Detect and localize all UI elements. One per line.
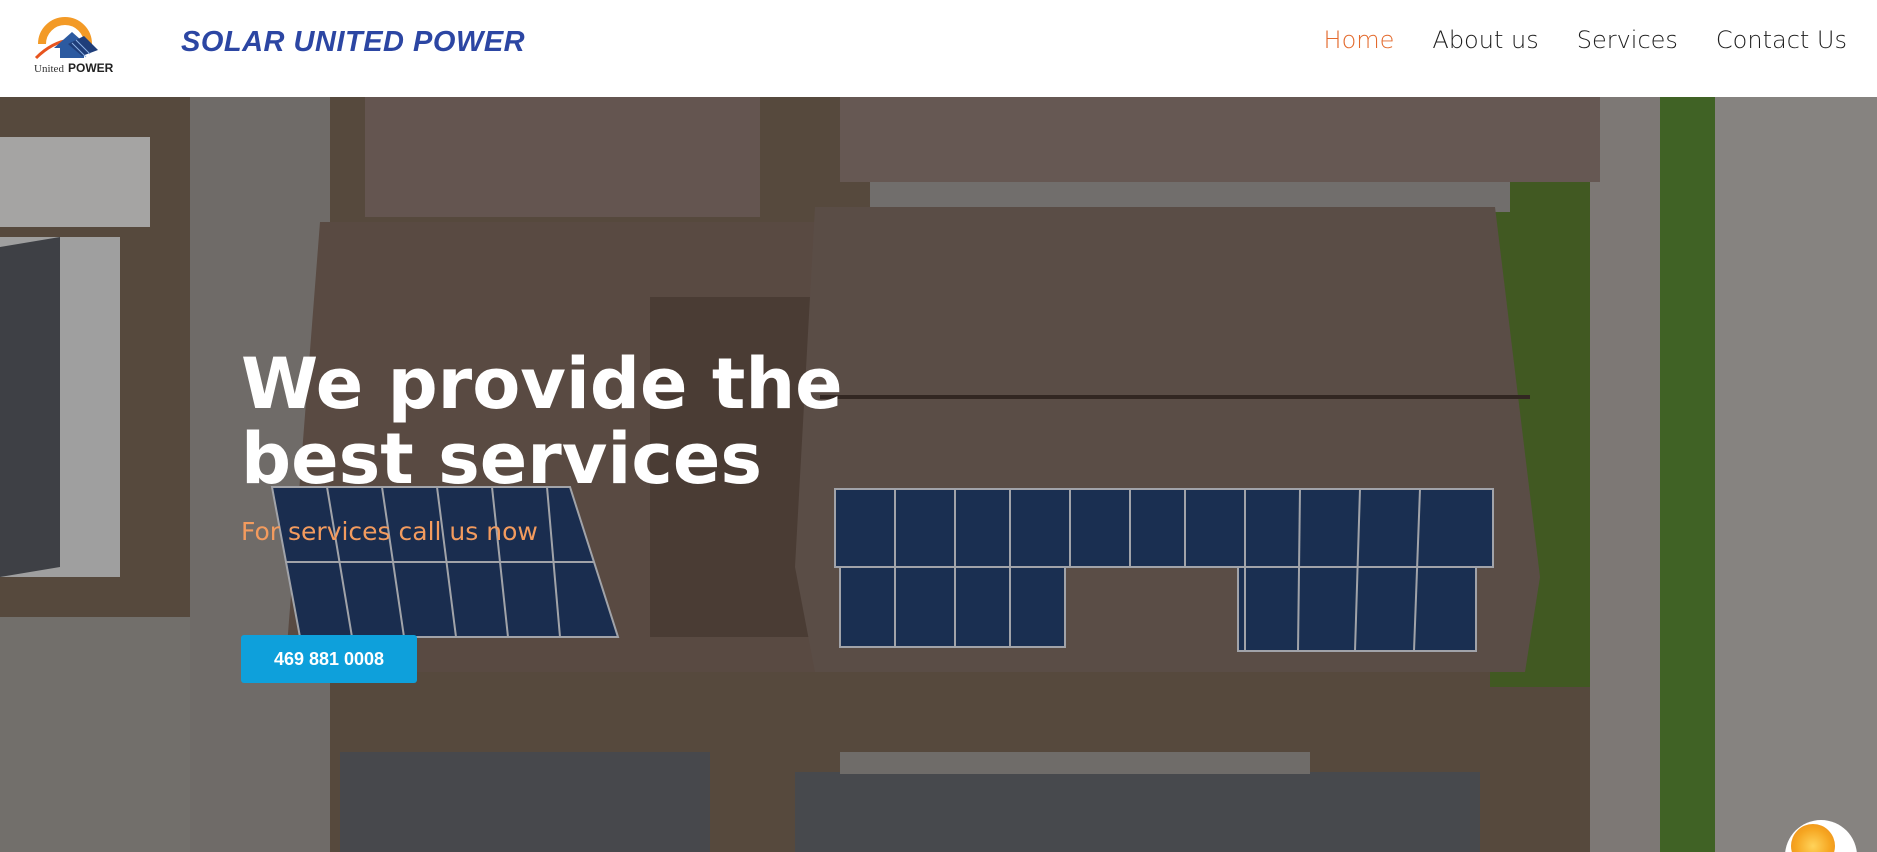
nav-home[interactable]: Home [1324, 26, 1395, 54]
sun-icon [1791, 824, 1835, 852]
united-power-logo-icon: United POWER [34, 17, 114, 75]
nav-contact-us[interactable]: Contact Us [1716, 26, 1847, 54]
logo[interactable]: United POWER [32, 14, 118, 76]
hero-subtitle: For services call us now [241, 517, 538, 546]
site-header: United POWER SOLAR UNITED POWER Home Abo… [0, 0, 1877, 97]
nav-services[interactable]: Services [1577, 26, 1678, 54]
hero-title: We provide the best services [241, 343, 843, 500]
call-phone-button[interactable]: 469 881 0008 [241, 635, 417, 683]
hero-section: We provide the best services For service… [0, 97, 1877, 852]
svg-text:United: United [34, 63, 64, 75]
svg-text:POWER: POWER [68, 61, 114, 75]
main-nav: Home About us Services Contact Us [1324, 26, 1847, 54]
nav-about-us[interactable]: About us [1432, 26, 1538, 54]
brand-name[interactable]: SOLAR UNITED POWER [181, 26, 525, 59]
